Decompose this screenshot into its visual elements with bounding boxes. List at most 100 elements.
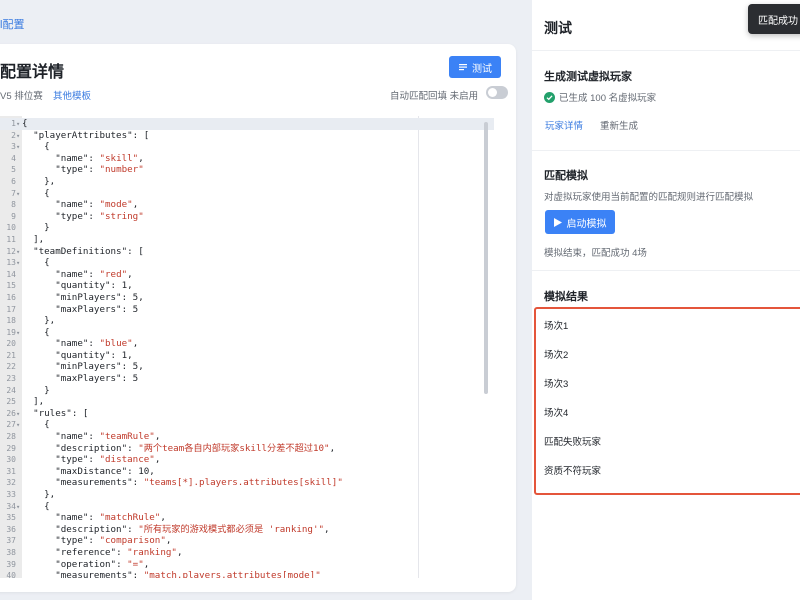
result-unqualified-players[interactable]: 资质不符玩家	[544, 463, 601, 477]
start-simulation-button[interactable]: 启动模拟	[545, 210, 615, 234]
code-line[interactable]: 11 ],	[0, 234, 494, 246]
code-line[interactable]: 24 }	[0, 385, 494, 397]
test-button-label: 测试	[472, 63, 492, 75]
code-line[interactable]: 30 "type": "distance",	[0, 454, 494, 466]
line-number: 22	[6, 362, 16, 372]
code-line[interactable]: 17 "maxPlayers": 5	[0, 304, 494, 316]
editor-scrollbar[interactable]	[484, 122, 488, 394]
code-line[interactable]: 14 "name": "red",	[0, 269, 494, 281]
code-line[interactable]: 27▾ {	[0, 419, 494, 431]
line-number: 17	[6, 304, 16, 314]
code-text: "quantity": 1,	[55, 349, 133, 361]
code-text: ],	[22, 396, 45, 408]
code-line[interactable]: 6 },	[0, 176, 494, 188]
line-number: 13	[6, 258, 16, 268]
code-line[interactable]: 23 "maxPlayers": 5	[0, 373, 494, 385]
check-circle-icon	[544, 91, 555, 103]
code-text: "description": "两个team各自内部玩家skill分差不超过10…	[55, 442, 336, 454]
code-text: "name": "skill",	[55, 152, 144, 164]
divider	[532, 50, 800, 51]
line-number: 31	[6, 466, 16, 476]
line-number: 23	[6, 374, 16, 384]
code-text: "name": "teamRule",	[55, 431, 161, 443]
code-line[interactable]: 26▾ "rules": [	[0, 408, 494, 420]
line-number: 16	[6, 292, 16, 302]
line-number: 10	[6, 223, 16, 233]
result-item-4[interactable]: 场次4	[544, 405, 568, 419]
code-line[interactable]: 25 ],	[0, 396, 494, 408]
line-number: 39	[6, 559, 16, 569]
code-line[interactable]: 32 "measurements": "teams[*].players.att…	[0, 477, 494, 489]
code-line[interactable]: 7▾ {	[0, 188, 494, 200]
code-text: "operation": "=",	[55, 558, 150, 570]
code-line[interactable]: 9 "type": "string"	[0, 211, 494, 223]
start-simulation-label: 启动模拟	[566, 218, 607, 230]
code-line[interactable]: 38 "reference": "ranking",	[0, 547, 494, 559]
line-number: 14	[6, 269, 16, 279]
code-line[interactable]: 16 "minPlayers": 5,	[0, 292, 494, 304]
code-line[interactable]: 33 },	[0, 489, 494, 501]
code-line[interactable]: 12▾ "teamDefinitions": [	[0, 246, 494, 258]
play-icon	[553, 217, 562, 227]
test-panel: 测试 生成测试虚拟玩家 已生成 100 名虚拟玩家 玩家详情 重新生成 匹配模拟…	[532, 0, 800, 600]
line-number: 26	[6, 408, 16, 418]
line-number: 12	[6, 246, 16, 256]
other-template-link[interactable]: 其他模板	[53, 88, 91, 102]
code-line[interactable]: 13▾ {	[0, 257, 494, 269]
auto-fill-toggle[interactable]	[486, 86, 508, 99]
line-number: 7	[11, 188, 16, 198]
code-line[interactable]: 18 },	[0, 315, 494, 327]
code-text: {	[22, 500, 50, 512]
code-line[interactable]: 21 "quantity": 1,	[0, 350, 494, 362]
result-item-3[interactable]: 场次3	[544, 376, 568, 390]
line-number: 40	[6, 571, 16, 578]
test-panel-title: 测试	[544, 20, 572, 36]
code-line[interactable]: 8 "name": "mode",	[0, 199, 494, 211]
code-line[interactable]: 29 "description": "两个team各自内部玩家skill分差不超…	[0, 443, 494, 455]
line-number: 6	[11, 176, 16, 186]
code-line[interactable]: 19▾ {	[0, 327, 494, 339]
regenerate-link[interactable]: 重新生成	[600, 118, 638, 132]
code-line[interactable]: 36 "description": "所有玩家的游戏模式都必须是 'rankin…	[0, 524, 494, 536]
code-line[interactable]: 15 "quantity": 1,	[0, 280, 494, 292]
code-editor[interactable]: 1▾{2▾ "playerAttributes": [3▾ {4 "name":…	[0, 116, 494, 578]
code-text: "maxDistance": 10,	[55, 465, 155, 477]
code-line[interactable]: 5 "type": "number"	[0, 164, 494, 176]
line-number: 34	[6, 501, 16, 511]
line-number: 24	[6, 385, 16, 395]
line-number: 1	[11, 119, 16, 128]
code-line[interactable]: 40 "measurements": "match.players.attrib…	[0, 570, 494, 578]
code-line[interactable]: 31 "maxDistance": 10,	[0, 466, 494, 478]
code-line[interactable]: 28 "name": "teamRule",	[0, 431, 494, 443]
code-text: {	[22, 419, 50, 431]
results-section-title: 模拟结果	[544, 291, 588, 303]
code-text: "minPlayers": 5,	[55, 291, 144, 303]
test-button[interactable]: 测试	[449, 56, 501, 78]
code-line[interactable]: 3▾ {	[0, 141, 494, 153]
code-line[interactable]: 35 "name": "matchRule",	[0, 512, 494, 524]
line-number: 30	[6, 455, 16, 465]
result-item-1[interactable]: 场次1	[544, 318, 568, 332]
code-line[interactable]: 22 "minPlayers": 5,	[0, 361, 494, 373]
result-failed-players[interactable]: 匹配失败玩家	[544, 434, 601, 448]
player-detail-link[interactable]: 玩家详情	[545, 118, 583, 132]
success-toast: 匹配成功	[748, 4, 800, 34]
code-line[interactable]: 4 "name": "skill",	[0, 153, 494, 165]
code-line[interactable]: 10 }	[0, 222, 494, 234]
line-number: 38	[6, 547, 16, 557]
code-line[interactable]: 37 "type": "comparison",	[0, 535, 494, 547]
code-line[interactable]: 34▾ {	[0, 501, 494, 513]
list-icon	[459, 64, 467, 71]
line-number: 36	[6, 524, 16, 534]
line-number: 15	[6, 281, 16, 291]
breadcrumb[interactable]: l配置	[0, 16, 24, 32]
line-number: 20	[6, 339, 16, 349]
generate-status: 已生成 100 名虚拟玩家	[544, 90, 656, 104]
code-line[interactable]: 20 "name": "blue",	[0, 338, 494, 350]
simulation-description: 对虚拟玩家使用当前配置的匹配规则进行匹配模拟	[544, 192, 754, 203]
code-line[interactable]: 2▾ "playerAttributes": [	[0, 130, 494, 142]
code-line[interactable]: 39 "operation": "=",	[0, 559, 494, 571]
line-number: 28	[6, 432, 16, 442]
code-line[interactable]: 1▾{	[0, 118, 494, 130]
result-item-2[interactable]: 场次2	[544, 347, 568, 361]
